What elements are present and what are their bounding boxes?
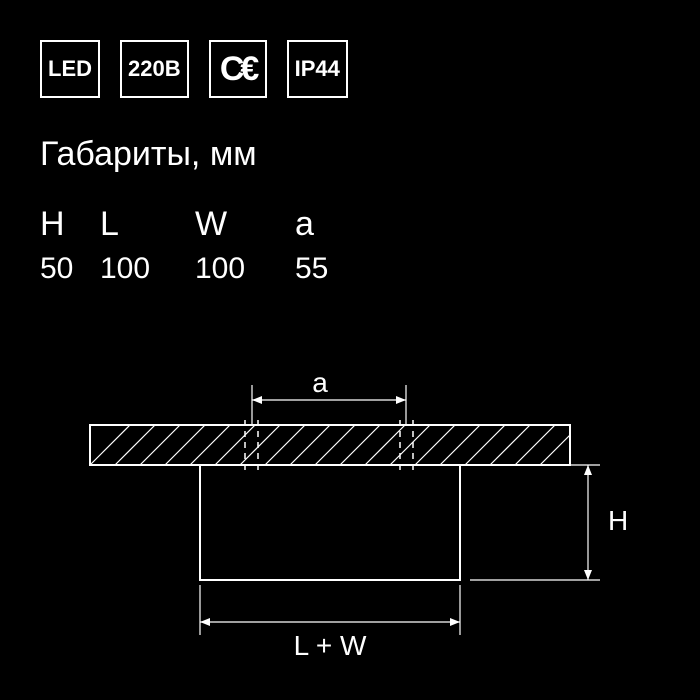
badge-ce: C€ — [209, 40, 267, 98]
lw-arrow-right — [450, 618, 460, 626]
badge-voltage: 220В — [120, 40, 189, 98]
dim-header-h: H — [40, 205, 100, 244]
h-arrow-bottom — [584, 570, 592, 580]
badge-led: LED — [40, 40, 100, 98]
label-a: a — [312, 370, 328, 398]
label-lw: L + W — [294, 630, 367, 661]
hatch-pattern — [90, 425, 570, 465]
a-arrow-right — [396, 396, 406, 404]
dimensions-headers: H L W a — [40, 205, 355, 244]
dimensions-title: Габариты, мм — [40, 135, 257, 174]
ceiling-outline — [90, 425, 570, 465]
label-h: H — [608, 505, 628, 536]
lw-arrow-left — [200, 618, 210, 626]
dim-value-h: 50 — [40, 252, 100, 286]
dim-value-l: 100 — [100, 252, 195, 286]
dim-header-w: W — [195, 205, 295, 244]
badge-row: LED 220В C€ IP44 — [40, 40, 348, 98]
dim-value-w: 100 — [195, 252, 295, 286]
badge-ip: IP44 — [287, 40, 348, 98]
luminaire-body — [200, 465, 460, 580]
dim-value-a: 55 — [295, 252, 355, 286]
dim-header-l: L — [100, 205, 195, 244]
dim-header-a: a — [295, 205, 355, 244]
h-arrow-top — [584, 465, 592, 475]
dimensions-values: 50 100 100 55 — [40, 252, 355, 286]
cross-section-diagram: a H L + W — [0, 370, 700, 670]
a-arrow-left — [252, 396, 262, 404]
